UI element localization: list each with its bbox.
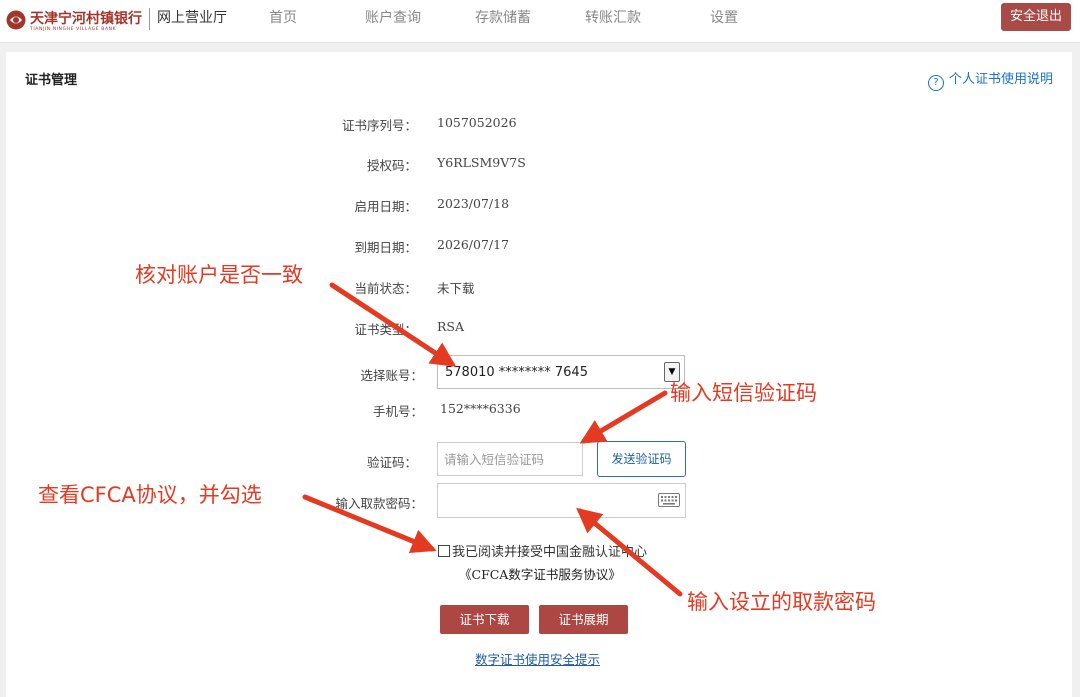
cert-type-value: RSA xyxy=(437,319,465,334)
withdraw-password-input[interactable] xyxy=(437,483,686,518)
serial-value: 1057052026 xyxy=(437,115,517,130)
agree-checkbox[interactable] xyxy=(438,545,450,557)
account-label: 选择账号： xyxy=(360,368,423,383)
nav-account-inquiry[interactable]: 账户查询 xyxy=(365,7,421,27)
phone-value: 152****6336 xyxy=(440,401,521,416)
nav-home[interactable]: 首页 xyxy=(269,7,297,27)
help-link-label: 个人证书使用说明 xyxy=(949,72,1054,87)
auth-code-value: Y6RLSM9V7S xyxy=(437,155,526,170)
bank-name-english: TIANJIN NINGHE VILLAGE BANK xyxy=(30,27,117,32)
expire-date-value: 2026/07/17 xyxy=(437,237,510,252)
download-certificate-button[interactable]: 证书下载 xyxy=(440,605,529,634)
annotation-enter-password: 输入设立的取款密码 xyxy=(687,590,876,614)
keyboard-icon[interactable] xyxy=(658,493,680,507)
portal-name: 网上营业厅 xyxy=(157,10,227,26)
cfca-agreement-link[interactable]: 《CFCA数字证书服务协议》 xyxy=(459,564,621,583)
start-date-value: 2023/07/18 xyxy=(437,196,510,211)
send-code-button[interactable]: 发送验证码 xyxy=(597,441,686,477)
certificate-panel: 证书管理 ? 个人证书使用说明 证书序列号： 1057052026 授权码： Y6… xyxy=(6,52,1072,697)
nav-transfer[interactable]: 转账汇款 xyxy=(585,7,641,27)
bank-name: 天津宁河村镇银行 xyxy=(30,11,142,27)
annotation-check-cfca: 查看CFCA协议，并勾选 xyxy=(38,483,262,507)
annotation-enter-sms: 输入短信验证码 xyxy=(670,381,817,405)
nav-settings[interactable]: 设置 xyxy=(710,7,738,27)
help-link[interactable]: ? 个人证书使用说明 xyxy=(928,68,1053,91)
account-select[interactable]: 578010 ******** 7645 ▼ xyxy=(437,355,685,389)
code-label: 验证码： xyxy=(366,455,417,470)
cert-type-label: 证书类型： xyxy=(354,322,417,337)
agree-text: 我已阅读并接受中国金融认证中心 xyxy=(452,545,648,560)
annotation-verify-account: 核对账户是否一致 xyxy=(135,263,303,287)
nav-deposit-savings[interactable]: 存款储蓄 xyxy=(475,7,531,27)
header-divider xyxy=(149,8,150,30)
panel-title: 证书管理 xyxy=(25,73,78,88)
serial-label: 证书序列号： xyxy=(341,118,417,133)
sms-code-input[interactable] xyxy=(437,442,583,476)
safety-tips-link[interactable]: 数字证书使用安全提示 xyxy=(475,649,600,668)
logout-button[interactable]: 安全退出 xyxy=(1001,3,1071,31)
account-select-value: 578010 ******** 7645 xyxy=(445,365,588,380)
phone-label: 手机号： xyxy=(372,404,423,419)
status-value: 未下载 xyxy=(437,281,475,296)
bank-logo-icon xyxy=(6,10,26,30)
top-navigation-bar: 天津宁河村镇银行 TIANJIN NINGHE VILLAGE BANK 网上营… xyxy=(0,0,1080,43)
auth-code-label: 授权码： xyxy=(366,158,417,173)
start-date-label: 启用日期： xyxy=(354,199,417,214)
expire-date-label: 到期日期： xyxy=(354,240,417,255)
agreement-row: 我已阅读并接受中国金融认证中心 xyxy=(438,541,647,560)
extend-certificate-button[interactable]: 证书展期 xyxy=(539,605,628,634)
question-icon: ? xyxy=(928,75,944,91)
